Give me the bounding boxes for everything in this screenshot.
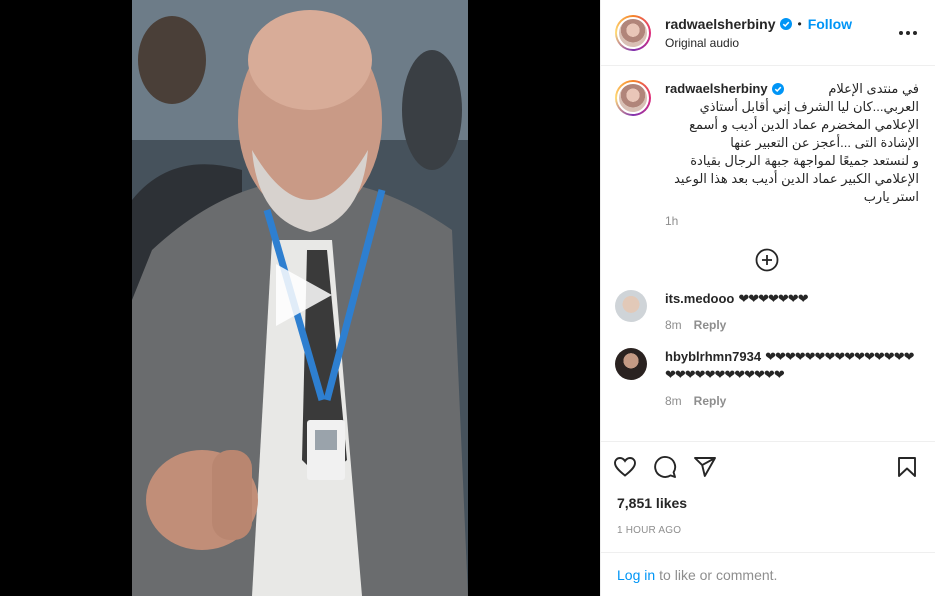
action-bar [601,441,935,491]
play-icon[interactable] [270,262,336,328]
caption-username[interactable]: radwaelsherbiny [665,80,768,98]
caption-time[interactable]: 1h [665,214,919,228]
caption-text: radwaelsherbiny في منتدى الإعلام العربي..… [665,80,919,206]
comment-item: hbyblrhmn7934 ❤❤❤❤❤❤❤❤❤❤❤❤❤❤❤❤❤❤❤❤❤❤❤❤❤❤❤… [615,348,919,408]
commenter-avatar[interactable] [615,290,647,322]
author-avatar[interactable] [615,14,651,51]
post-dialog: radwaelsherbiny • Follow Original audio … [0,0,935,596]
post-header: radwaelsherbiny • Follow Original audio [601,0,935,66]
reply-button[interactable]: Reply [694,394,727,408]
comment-text: ❤❤❤❤❤❤❤ [738,291,808,306]
login-prompt: Log in to like or comment. [601,552,935,596]
commenter-avatar[interactable] [615,348,647,380]
post-timestamp[interactable]: 1 HOUR AGO [601,511,935,536]
audio-link[interactable]: Original audio [665,36,852,50]
caption-avatar[interactable] [615,80,651,116]
likes-count[interactable]: 7,851 likes [601,491,935,511]
verified-badge-icon [771,83,784,95]
more-options-icon[interactable] [899,26,919,40]
caption: radwaelsherbiny في منتدى الإعلام العربي..… [615,80,919,228]
load-more-comments-button[interactable] [615,248,919,272]
bookmark-icon[interactable] [895,455,919,479]
login-prompt-text: to like or comment. [659,566,778,583]
follow-button[interactable]: Follow [808,16,852,32]
verified-badge-icon [779,17,792,30]
media-area [0,0,600,596]
post-sidebar: radwaelsherbiny • Follow Original audio … [600,0,935,596]
separator-dot: • [797,16,802,31]
comments-section: radwaelsherbiny في منتدى الإعلام العربي..… [601,66,935,441]
comment-icon[interactable] [653,455,677,479]
plus-circle-icon [755,248,779,272]
author-username[interactable]: radwaelsherbiny [665,16,776,32]
paper-plane-icon[interactable] [693,455,717,479]
heart-icon[interactable] [613,455,637,479]
author-info: radwaelsherbiny • Follow Original audio [665,16,852,50]
comment-item: its.medooo ❤❤❤❤❤❤❤ 8m Reply [615,290,919,332]
comment-time[interactable]: 8m [665,394,682,408]
caption-body-text: في منتدى الإعلام العربي...كان ليا الشرف … [674,81,919,204]
comment-username[interactable]: its.medooo [665,291,734,306]
comment-time[interactable]: 8m [665,318,682,332]
login-link[interactable]: Log in [617,567,655,583]
comment-username[interactable]: hbyblrhmn7934 [665,349,761,364]
reply-button[interactable]: Reply [694,318,727,332]
